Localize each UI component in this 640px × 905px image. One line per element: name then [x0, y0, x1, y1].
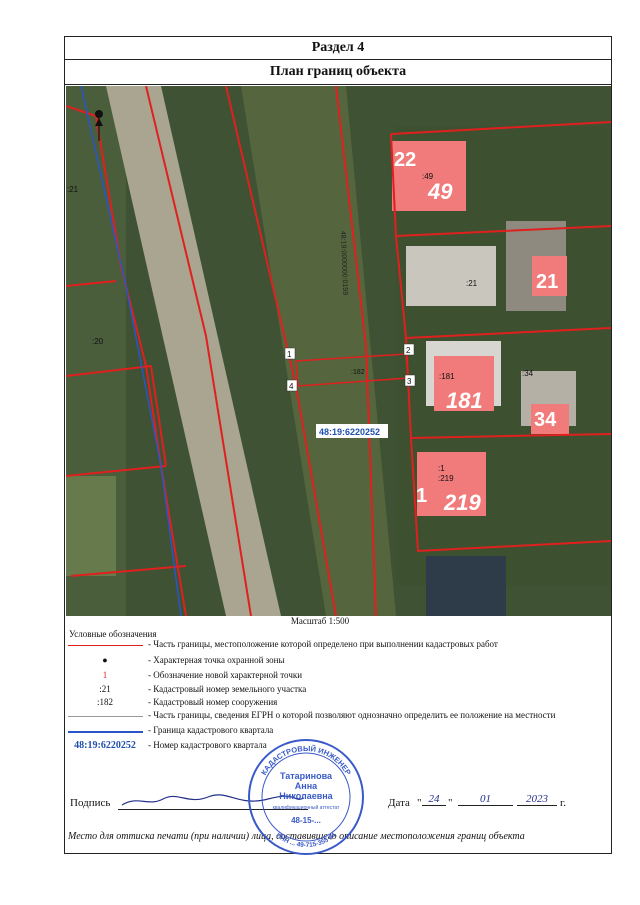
building-number: 34 — [534, 409, 557, 431]
point-number: 1 — [287, 350, 292, 359]
point-number: 4 — [289, 382, 294, 391]
building-number: 1 — [416, 485, 427, 507]
red-line-symbol — [60, 639, 150, 652]
quarter-number-symbol: 48:19:6220252 — [74, 740, 136, 751]
point-number: 3 — [407, 377, 412, 386]
legend-title: Условные обозначения — [69, 629, 157, 639]
gray-line-symbol — [60, 710, 150, 723]
blue-line-symbol — [60, 725, 150, 738]
house-roof — [406, 246, 496, 306]
parcel-label: :1 — [438, 464, 445, 473]
legend-item: ● - Характерная точка охранной зоны — [60, 655, 600, 668]
parcel-label: :181 — [439, 372, 455, 381]
date-label: Дата — [388, 797, 410, 809]
boundary-map: :21 :20 :49 :21 :181 :34 :1 :219 :182 22… — [66, 86, 611, 616]
svg-text:48-15-...: 48-15-... — [291, 816, 321, 825]
building-number: 181 — [446, 388, 483, 413]
parcel-label: :34 — [522, 369, 534, 378]
structure-label: :182 — [351, 369, 365, 376]
signature-label: Подпись — [70, 797, 111, 809]
dark-roof — [426, 556, 506, 616]
svg-text:Анна: Анна — [295, 781, 318, 791]
building-number: 219 — [443, 490, 481, 515]
legend-item: 1 - Обозначение новой характерной точки — [60, 670, 600, 683]
point-number: 2 — [406, 346, 411, 355]
building-number: 22 — [394, 149, 416, 171]
year-suffix: г. — [560, 797, 567, 809]
quarter-number: 48:19:6220252 — [319, 427, 380, 437]
building-number: 49 — [427, 179, 453, 204]
parcel-label: :21 — [466, 279, 478, 288]
parcel-number-symbol: :21 — [99, 684, 111, 694]
svg-text:Николаевна: Николаевна — [279, 791, 333, 801]
svg-text:ИНН ... 49-715-355 94: ИНН ... 49-715-355 94 — [275, 832, 338, 849]
svg-text:Татаринова: Татаринова — [280, 771, 333, 781]
engineer-stamp: КАДАСТРОВЫЙ ИНЖЕНЕР ИНН ... 49-715-355 9… — [246, 737, 366, 857]
date-month: 01 — [458, 793, 513, 806]
section-title: Раздел 4 — [64, 36, 612, 60]
legend-item: :21 - Кадастровый номер земельного участ… — [60, 684, 600, 697]
building-number: 21 — [536, 271, 558, 293]
date-year: 2023 — [517, 793, 557, 806]
parcel-label: :21 — [67, 185, 79, 194]
point-number-symbol: 1 — [102, 670, 108, 680]
guard-zone-point — [95, 110, 103, 118]
legend-item: - Часть границы, сведения ЕГРН о которой… — [60, 710, 600, 723]
garden-plot — [66, 476, 116, 576]
plan-title: План границ объекта — [64, 59, 612, 85]
dot-symbol: ● — [102, 655, 108, 665]
map-scale: Масштаб 1:500 — [290, 616, 350, 626]
map-canvas: :21 :20 :49 :21 :181 :34 :1 :219 :182 22… — [66, 86, 611, 616]
parcel-label: :20 — [92, 337, 104, 346]
legend-item: - Часть границы, местоположение которой … — [60, 639, 600, 652]
structure-number-symbol: :182 — [96, 697, 113, 707]
svg-text:квалификационный аттестат: квалификационный аттестат — [273, 804, 340, 811]
parcel-label: :219 — [438, 474, 454, 483]
stamp-graphic: КАДАСТРОВЫЙ ИНЖЕНЕР ИНН ... 49-715-355 9… — [248, 739, 364, 855]
date-day: 24 — [422, 793, 446, 806]
legend-item: :182 - Кадастровый номер сооружения — [60, 697, 600, 710]
